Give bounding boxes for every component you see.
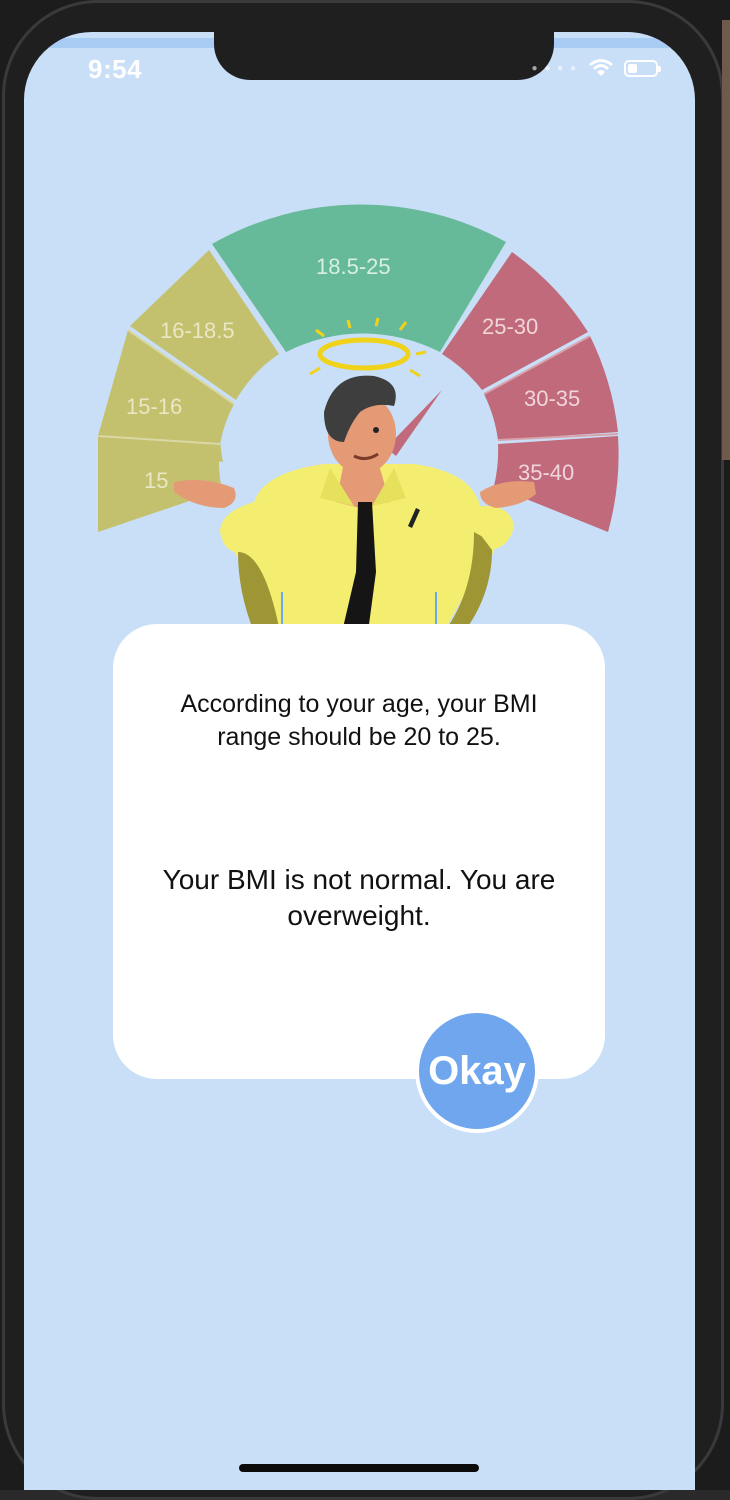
background-window-edge — [722, 20, 730, 460]
gauge-label-35-40: 35-40 — [518, 460, 574, 485]
device: 15 15-16 16-18.5 18.5-25 25-30 30-35 35-… — [0, 0, 730, 1500]
wifi-icon — [589, 59, 613, 76]
age-range-message: According to your age, your BMI range sh… — [180, 690, 538, 751]
bmi-result-message: Your BMI is not normal. You are overweig… — [162, 864, 556, 931]
app-screen: 15 15-16 16-18.5 18.5-25 25-30 30-35 35-… — [24, 32, 695, 1490]
gauge-label-30-35: 30-35 — [524, 386, 580, 411]
okay-button[interactable]: Okay — [415, 1009, 539, 1133]
result-dialog: According to your age, your BMI range sh… — [113, 624, 605, 1079]
gauge-label-16-18-5: 16-18.5 — [160, 318, 235, 343]
gauge-label-15-16: 15-16 — [126, 394, 182, 419]
gauge-label-18-5-25: 18.5-25 — [316, 254, 391, 279]
home-indicator[interactable] — [239, 1464, 479, 1472]
status-icons: ● ● ● ● — [531, 58, 661, 78]
gauge-label-15: 15 — [144, 468, 168, 493]
cellular-signal-icon: ● ● ● ● — [531, 62, 578, 74]
gauge-label-25-30: 25-30 — [482, 314, 538, 339]
battery-level — [628, 63, 637, 73]
device-notch — [214, 32, 554, 80]
status-time: 9:54 — [88, 54, 143, 84]
battery-icon — [624, 59, 661, 77]
